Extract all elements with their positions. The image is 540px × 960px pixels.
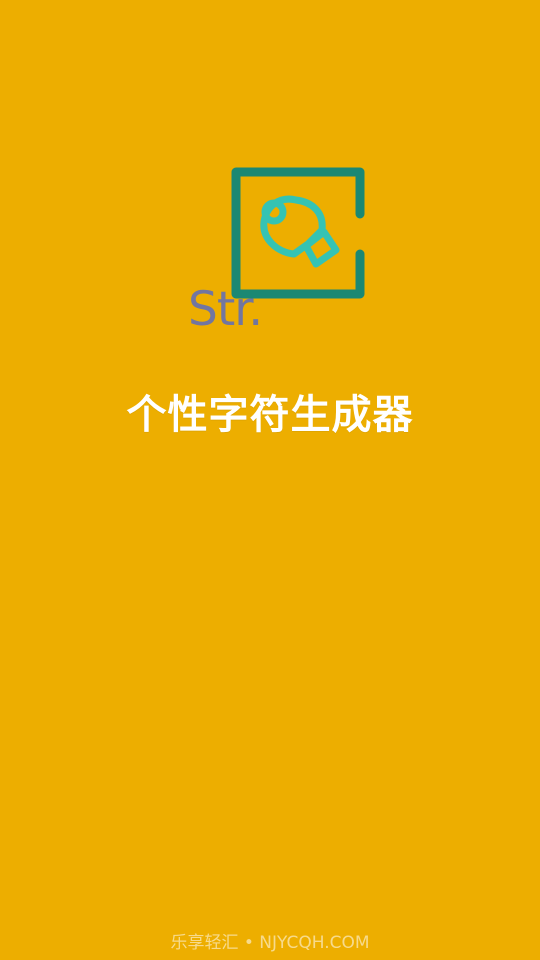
- splash-screen: Str. 个性字符生成器 乐享轻汇 • NJYCQH.COM: [0, 0, 540, 960]
- app-title: 个性字符生成器: [126, 392, 414, 438]
- footer-watermark: 乐享轻汇 • NJYCQH.COM: [170, 933, 370, 953]
- logo-wordmark: Str.: [188, 282, 263, 337]
